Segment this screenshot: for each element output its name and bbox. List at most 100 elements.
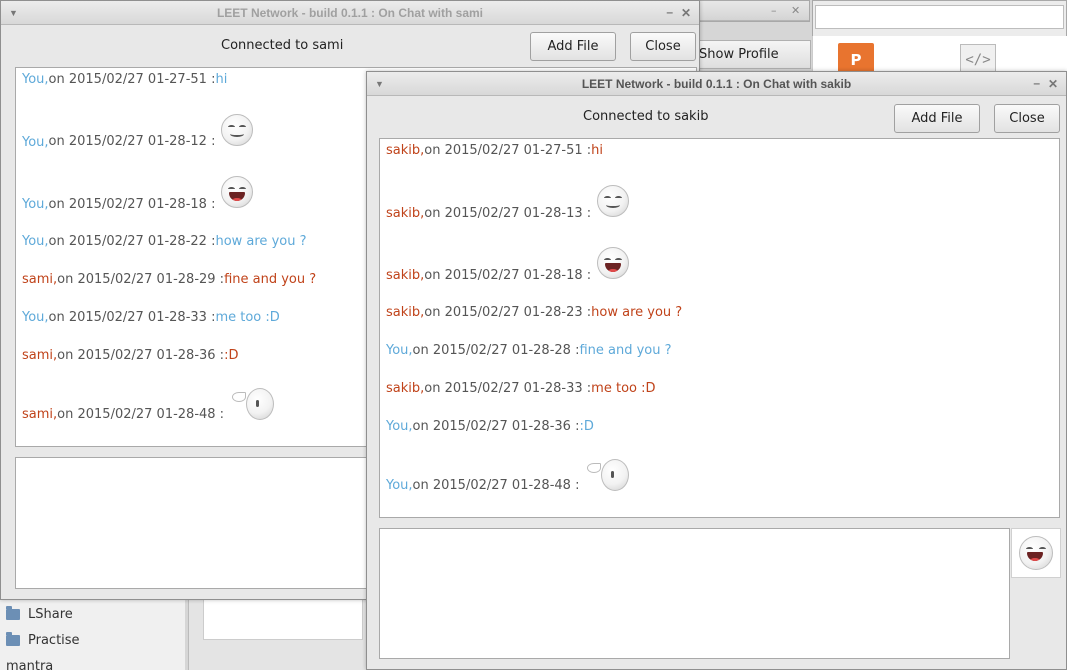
window-menu-icon[interactable]: ▼ [375, 72, 384, 96]
tree-item-lshare[interactable]: LShare [6, 606, 73, 622]
message-sender: You, [386, 419, 413, 434]
angel-icon [232, 388, 275, 420]
close-icon[interactable]: ✕ [1048, 72, 1058, 96]
message-row: sakib, on 2015/02/27 01-28-13 : [386, 185, 630, 221]
message-text: how are you ? [591, 305, 683, 320]
message-row: You, on 2015/02/27 01-28-22 : how are yo… [22, 234, 307, 249]
message-row: sakib, on 2015/02/27 01-27-51 : hi [386, 143, 603, 158]
connection-status-label: Connected to sakib [583, 109, 709, 124]
message-sender: You, [22, 197, 49, 212]
message-row: You, on 2015/02/27 01-28-18 : [22, 176, 254, 212]
folder-icon [6, 606, 20, 620]
tree-item-practise[interactable]: Practise [6, 632, 80, 648]
message-text: hi [591, 143, 604, 158]
message-row: You, on 2015/02/27 01-28-33 : me too :D [22, 310, 280, 325]
smile-icon [597, 185, 630, 217]
message-sender: sakib, [386, 381, 425, 396]
tree-item-label: Practise [28, 633, 80, 648]
laugh-icon [221, 176, 254, 208]
presentation-file-icon[interactable]: P [838, 43, 874, 73]
message-row: sakib, on 2015/02/27 01-28-33 : me too :… [386, 381, 656, 396]
message-sender: sami, [22, 407, 58, 422]
message-sender: You, [22, 72, 49, 87]
message-row: sami, on 2015/02/27 01-28-36 : :D [22, 348, 238, 363]
message-sender: You, [22, 234, 49, 249]
minimize-icon[interactable]: – [666, 0, 673, 24]
window-titlebar[interactable]: ▼ LEET Network - build 0.1.1 : On Chat w… [367, 72, 1066, 96]
message-sender: sakib, [386, 143, 425, 158]
message-sender: You, [386, 478, 413, 493]
message-text: fine and you ? [579, 343, 672, 358]
message-timestamp: on 2015/02/27 01-27-51 : [424, 143, 592, 158]
close-button[interactable]: Close [630, 32, 696, 61]
message-sender: sakib, [386, 206, 425, 221]
message-text: me too :D [591, 381, 656, 396]
message-sender: sami, [22, 348, 58, 363]
message-text: hi [215, 72, 228, 87]
minimize-icon[interactable]: – [771, 4, 777, 17]
message-row: You, on 2015/02/27 01-28-28 : fine and y… [386, 343, 672, 358]
message-timestamp: on 2015/02/27 01-28-29 : [57, 272, 225, 287]
message-row: You, on 2015/02/27 01-28-36 : :D [386, 419, 594, 434]
close-icon[interactable]: ✕ [791, 4, 800, 17]
message-text: fine and you ? [224, 272, 317, 287]
window-title: LEET Network - build 0.1.1 : On Chat wit… [581, 77, 852, 91]
message-text: how are you ? [215, 234, 307, 249]
message-timestamp: on 2015/02/27 01-28-18 : [48, 197, 216, 212]
background-window-right [812, 0, 1067, 40]
message-timestamp: on 2015/02/27 01-28-36 : [412, 419, 580, 434]
background-address-field[interactable] [815, 5, 1064, 29]
close-button[interactable]: Close [994, 104, 1060, 133]
message-timestamp: on 2015/02/27 01-28-48 : [57, 407, 225, 422]
message-row: sakib, on 2015/02/27 01-28-23 : how are … [386, 305, 682, 320]
tree-item-label: LShare [28, 607, 73, 622]
message-compose-field[interactable] [379, 528, 1010, 659]
message-history[interactable]: sakib, on 2015/02/27 01-27-51 : hi sakib… [379, 138, 1060, 518]
message-sender: You, [386, 343, 413, 358]
message-timestamp: on 2015/02/27 01-28-28 : [412, 343, 580, 358]
message-timestamp: on 2015/02/27 01-27-51 : [48, 72, 216, 87]
message-row: You, on 2015/02/27 01-28-48 : [386, 459, 630, 493]
message-sender: sakib, [386, 268, 425, 283]
message-sender: sami, [22, 272, 58, 287]
message-row: You, on 2015/02/27 01-28-12 : [22, 114, 254, 150]
message-sender: sakib, [386, 305, 425, 320]
background-titlebar: – ✕ [691, 1, 809, 21]
message-text: :D [579, 419, 594, 434]
smile-icon [221, 114, 254, 146]
window-menu-icon[interactable]: ▼ [9, 1, 18, 25]
message-timestamp: on 2015/02/27 01-28-22 : [48, 234, 216, 249]
background-panel-field [203, 598, 363, 640]
message-timestamp: on 2015/02/27 01-28-36 : [57, 348, 225, 363]
message-timestamp: on 2015/02/27 01-28-23 : [424, 305, 592, 320]
laugh-icon [1019, 536, 1053, 570]
angel-icon [587, 459, 630, 491]
chat-window-sakib: ▼ LEET Network - build 0.1.1 : On Chat w… [366, 71, 1067, 670]
tree-item-label: mantra [6, 659, 54, 670]
file-tree-sidebar: LShare Practise mantra [0, 598, 185, 670]
background-panel [188, 598, 368, 670]
folder-icon [6, 632, 20, 646]
message-timestamp: on 2015/02/27 01-28-13 : [424, 206, 592, 221]
background-window-title-strip: – ✕ [690, 0, 810, 22]
tree-item-mantra[interactable]: mantra [6, 659, 53, 670]
message-text: :D [224, 348, 239, 363]
message-sender: You, [22, 135, 49, 150]
emoji-picker-button[interactable] [1011, 528, 1061, 578]
close-icon[interactable]: ✕ [681, 1, 691, 25]
message-timestamp: on 2015/02/27 01-28-33 : [48, 310, 216, 325]
show-profile-button[interactable]: Show Profile [690, 40, 811, 69]
message-timestamp: on 2015/02/27 01-28-48 : [412, 478, 580, 493]
window-titlebar[interactable]: ▼ LEET Network - build 0.1.1 : On Chat w… [1, 1, 699, 25]
message-row: sami, on 2015/02/27 01-28-29 : fine and … [22, 272, 316, 287]
connection-status-label: Connected to sami [221, 38, 344, 53]
message-row: sami, on 2015/02/27 01-28-48 : [22, 388, 275, 422]
message-text: me too :D [215, 310, 280, 325]
minimize-icon[interactable]: – [1033, 71, 1040, 95]
add-file-button[interactable]: Add File [894, 104, 980, 133]
add-file-button[interactable]: Add File [530, 32, 616, 61]
message-sender: You, [22, 310, 49, 325]
message-timestamp: on 2015/02/27 01-28-18 : [424, 268, 592, 283]
laugh-icon [597, 247, 630, 279]
message-timestamp: on 2015/02/27 01-28-33 : [424, 381, 592, 396]
